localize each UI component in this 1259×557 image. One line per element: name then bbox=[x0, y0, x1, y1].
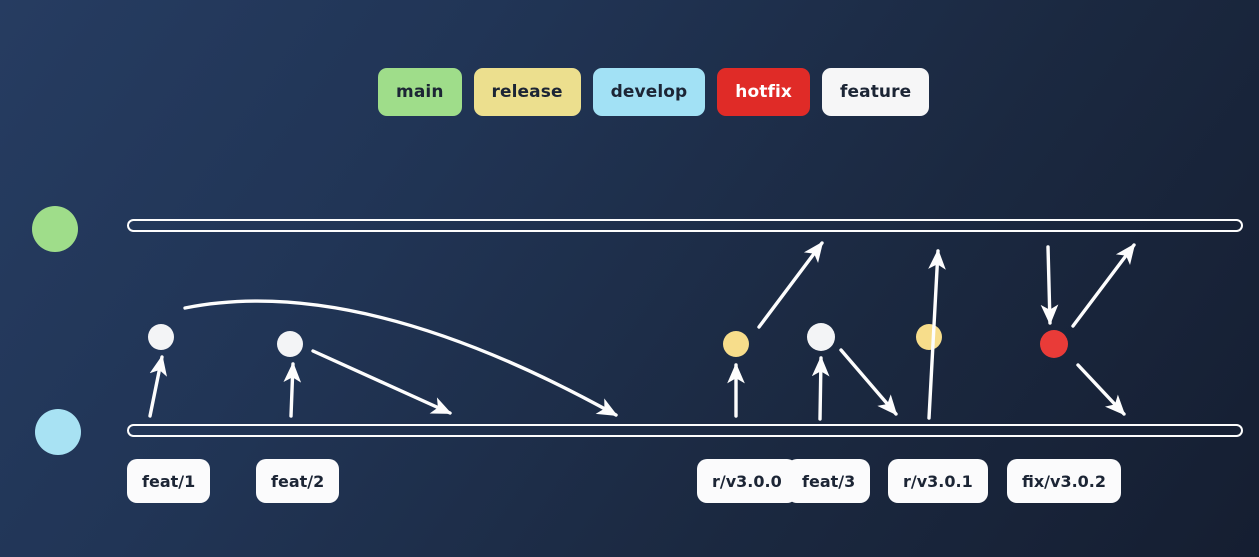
arrow-feat-1-merge-develop bbox=[183, 299, 618, 417]
legend-chip-develop[interactable]: develop bbox=[592, 68, 706, 116]
arrow-develop-to-feat-3 bbox=[811, 355, 830, 421]
arrow-main-to-hotfix bbox=[1040, 245, 1059, 326]
legend-chip-main[interactable]: main bbox=[378, 68, 462, 116]
lane-main bbox=[127, 219, 1243, 232]
commit-feat-3[interactable] bbox=[807, 323, 835, 351]
arrow-develop-to-feat-2 bbox=[283, 361, 302, 418]
commit-tag-feat-2[interactable]: feat/2 bbox=[256, 459, 340, 503]
git-branching-diagram: main release develop hotfix feature feat/1 fe… bbox=[0, 0, 1259, 557]
commit-tag-feat-3[interactable]: feat/3 bbox=[787, 459, 871, 503]
lane-develop bbox=[127, 424, 1243, 437]
commit-tag-r-v3-0-1[interactable]: r/v3.0.1 bbox=[888, 459, 988, 503]
commit-rel-300[interactable] bbox=[723, 331, 749, 357]
arrow-hotfix-merge-develop bbox=[1076, 363, 1126, 416]
commit-tag-feat-1[interactable]: feat/1 bbox=[127, 459, 211, 503]
arrow-feat-3-merge-develop bbox=[839, 348, 898, 416]
commit-feat-2[interactable] bbox=[277, 331, 303, 357]
branch-legend: main release develop hotfix feature bbox=[378, 68, 930, 116]
commit-hotfix-1[interactable] bbox=[1040, 330, 1068, 358]
commit-tag-fix-v3-0-2[interactable]: fix/v3.0.2 bbox=[1007, 459, 1122, 503]
arrow-feat-2-merge-develop bbox=[311, 349, 452, 415]
commit-rel-301[interactable] bbox=[916, 324, 942, 350]
arrow-hotfix-to-main bbox=[1071, 243, 1136, 328]
branch-indicator-develop bbox=[35, 409, 81, 455]
legend-chip-hotfix[interactable]: hotfix bbox=[717, 68, 810, 116]
legend-chip-release[interactable]: release bbox=[473, 68, 581, 116]
commit-feat-1[interactable] bbox=[148, 324, 174, 350]
arrow-release-300-to-main bbox=[757, 241, 824, 329]
branch-indicator-main bbox=[32, 206, 78, 252]
arrow-develop-to-feat-1 bbox=[148, 355, 168, 418]
commit-tag-r-v3-0-0[interactable]: r/v3.0.0 bbox=[697, 459, 797, 503]
legend-chip-feature[interactable]: feature bbox=[822, 68, 930, 116]
